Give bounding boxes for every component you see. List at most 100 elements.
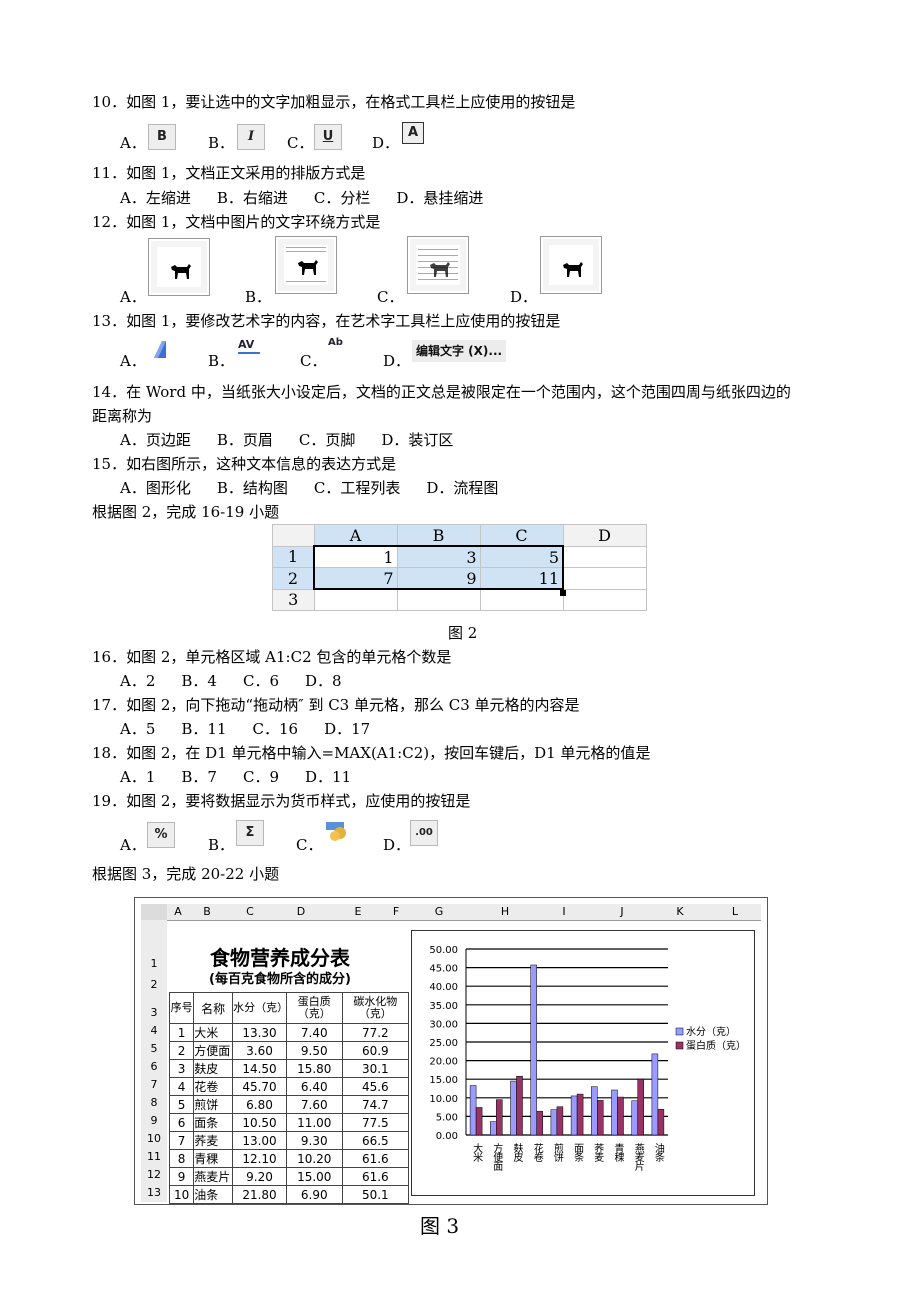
table-cell: 77.5 (341, 1113, 410, 1132)
table-row: 7 荞麦 13.00 9.30 66.5 (168, 1131, 410, 1150)
bar-protein (617, 1096, 624, 1136)
bar-protein (597, 1100, 604, 1136)
q18-option-a: A．1 (120, 768, 156, 786)
fig2-intro: 根据图 2，完成 16-19 小题 (92, 503, 280, 521)
x-tick-label: 花卷 (531, 1142, 543, 1162)
header-seq: 序号 (168, 992, 195, 1024)
q16-option-c: C．6 (242, 672, 279, 690)
table-cell: 9.50 (285, 1041, 343, 1060)
wrap-behind-text-icon (407, 236, 469, 294)
table-row: 6 面条 10.50 11.00 77.5 (168, 1113, 410, 1132)
header-name: 名称 (193, 992, 234, 1024)
row-header: 3 (272, 588, 315, 611)
fill-handle[interactable] (560, 590, 566, 596)
cell-d2 (562, 567, 647, 590)
q12-option-c: C． (377, 288, 404, 306)
x-tick-label: 麸皮 (511, 1142, 523, 1163)
q15-option-b: B．结构图 (216, 479, 288, 497)
bold-icon: B (148, 124, 176, 150)
edit-text-button: 编辑文字 (X)... (412, 340, 507, 362)
table-cell: 油条 (193, 1185, 234, 1204)
q19-option-d: D． (383, 836, 411, 854)
col-header: B (189, 904, 225, 921)
question-10: 10．如图 1，要让选中的文字加粗显示，在格式工具栏上应使用的按钮是 (92, 93, 576, 111)
row-header: 4 (141, 1022, 167, 1040)
q14-option-d: D．装订区 (381, 431, 454, 449)
q17-option-a: A．5 (120, 720, 156, 738)
q13-option-a: A． (120, 352, 146, 370)
table-row: 3 麸皮 14.50 15.80 30.1 (168, 1059, 410, 1078)
table-cell: 6.80 (232, 1095, 287, 1114)
q18-options: A．1 B．7 C．9 D．11 (120, 766, 377, 787)
x-tick-label: 荞麦 (592, 1143, 604, 1163)
table-cell: 8 (168, 1149, 195, 1168)
table-cell: 10.20 (285, 1149, 343, 1168)
bar-water (611, 1089, 618, 1136)
table-row: 8 青稞 12.10 10.20 61.6 (168, 1149, 410, 1168)
wordart-shape-icon (154, 341, 166, 358)
table-cell: 煎饼 (193, 1095, 234, 1114)
col-header-d: D (562, 524, 647, 547)
q19-option-c: C． (296, 836, 323, 854)
row-header: 1 (272, 545, 315, 568)
q18-option-c: C．9 (242, 768, 279, 786)
dog-icon (430, 262, 450, 277)
header-protein: 蛋白质（克） (285, 992, 343, 1024)
header-carbs: 碳水化物（克） (341, 992, 410, 1024)
q14-option-c: C．页脚 (298, 431, 356, 449)
table-cell: 60.9 (341, 1041, 410, 1060)
fig2-caption: 图 2 (448, 624, 478, 642)
table-cell: 2 (168, 1041, 195, 1060)
table-cell: 面条 (193, 1113, 234, 1132)
bar-water (550, 1109, 558, 1136)
wrap-top-bottom-icon (275, 236, 337, 294)
cell-a1: 1 (313, 545, 398, 568)
table-cell: 3.60 (232, 1041, 287, 1060)
fig3-caption: 图 3 (420, 1214, 460, 1238)
x-tick-label: 面条 (572, 1143, 584, 1162)
table-cell: 青稞 (193, 1149, 234, 1168)
x-tick-label: 方便面 (491, 1142, 503, 1172)
col-header: L (709, 904, 761, 921)
table-cell: 9.20 (232, 1167, 287, 1186)
q17-option-d: D．17 (324, 720, 371, 738)
y-tick-label: 50.00 (429, 945, 458, 956)
cell-a2: 7 (313, 567, 398, 590)
table-cell: 7 (168, 1131, 195, 1150)
currency-icon (326, 822, 346, 841)
q11-option-d: D．悬挂缩进 (396, 189, 484, 207)
x-tick-label: 油条 (652, 1142, 664, 1162)
bar-protein (556, 1106, 564, 1136)
figure-3-spreadsheet: A B C D E F G H I J K L 1 2 3 4 5 6 7 8 … (134, 897, 768, 1205)
table-cell: 7.40 (285, 1023, 343, 1042)
wrap-square-icon (148, 238, 210, 296)
bar-protein (496, 1099, 503, 1136)
col-header-b: B (396, 524, 481, 547)
q16-option-d: D．8 (305, 672, 342, 690)
table-row: 2 方便面 3.60 9.50 60.9 (168, 1041, 410, 1060)
q16-option-a: A．2 (120, 672, 156, 690)
cell-b3 (396, 588, 481, 611)
row-header: 5 (141, 1040, 167, 1058)
bar-water (490, 1121, 497, 1136)
col-header-c: C (479, 524, 564, 547)
q11-option-b: B．右缩进 (216, 189, 288, 207)
underline-icon: U (314, 124, 342, 150)
q10-option-b: B． (208, 134, 235, 152)
y-tick-label: 35.00 (429, 1001, 458, 1012)
table-row: 5 煎饼 6.80 7.60 74.7 (168, 1095, 410, 1114)
col-header-a: A (313, 524, 398, 547)
q19-option-a: A． (120, 836, 146, 854)
table-cell: 花卷 (193, 1077, 234, 1096)
q14-option-b: B．页眉 (216, 431, 273, 449)
header-water: 水分（克） (232, 992, 288, 1024)
table-row: 4 花卷 45.70 6.40 45.6 (168, 1077, 410, 1096)
bar-water (530, 964, 537, 1136)
row-header: 12 (141, 1166, 167, 1184)
nutrition-table: 序号 名称 水分（克） 蛋白质（克） 碳水化物（克） 1 大米 13.30 7.40 7… (168, 992, 410, 1204)
q11-options: A．左缩进 B．右缩进 C．分栏 D．悬挂缩进 (120, 187, 509, 208)
row-header: 6 (141, 1058, 167, 1076)
y-tick-label: 40.00 (429, 982, 458, 993)
table-row: 10 油条 21.80 6.90 50.1 (168, 1185, 410, 1204)
q15-option-a: A．图形化 (120, 479, 191, 497)
